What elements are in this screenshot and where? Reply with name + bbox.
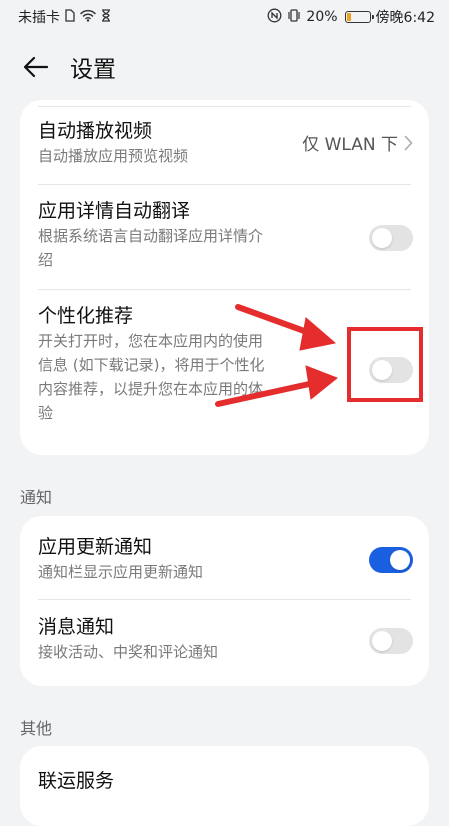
row-text: 个性化推荐 开关打开时，您在本应用内的使用 信息 (如下载记录)，将用于个性化 … (38, 290, 358, 425)
row-subtitle-line: 绍 (38, 251, 54, 269)
toggle-knob (390, 550, 410, 570)
row-text: 应用详情自动翻译 根据系统语言自动翻译应用详情介 绍 (38, 185, 358, 272)
row-subtitle-line: 验 (38, 404, 54, 422)
battery-percent: 20% (306, 9, 338, 25)
row-title: 消息通知 (38, 616, 115, 638)
highlight-box (347, 327, 423, 402)
sim-icon (65, 9, 75, 25)
row-message-notify[interactable]: 消息通知 接收活动、中奖和评论通知 (20, 600, 429, 686)
header: 设置 (0, 34, 449, 100)
autoplay-value-text: 仅 WLAN 下 (302, 135, 398, 155)
nfc-icon (267, 8, 282, 26)
row-subtitle-line: 信息 (如下载记录)，将用于个性化 (38, 356, 265, 374)
message-notify-toggle[interactable] (369, 628, 413, 654)
row-subtitle: 接收活动、中奖和评论通知 (38, 643, 219, 661)
status-right: 20% 傍晚6:42 (267, 7, 435, 27)
row-text: 消息通知 接收活动、中奖和评论通知 (38, 600, 358, 664)
row-subtitle: 通知栏显示应用更新通知 (38, 563, 204, 581)
wifi-icon (80, 9, 96, 25)
status-bar: 未插卡 20% 傍晚6:42 (0, 0, 449, 34)
row-autoplay-video[interactable]: 自动播放视频 自动播放应用预览视频 仅 WLAN 下 (20, 114, 429, 185)
carrier-text: 未插卡 (18, 10, 60, 26)
row-subtitle-line: 内容推荐，以提升您在本应用的体 (38, 380, 264, 398)
row-joint-service[interactable]: 联运服务 (20, 746, 429, 826)
row-title: 应用更新通知 (38, 536, 153, 558)
row-auto-translate[interactable]: 应用详情自动翻译 根据系统语言自动翻译应用详情介 绍 (20, 185, 429, 290)
back-arrow-icon (23, 56, 49, 78)
chevron-right-icon (404, 135, 413, 150)
settings-card-other: 联运服务 (20, 746, 429, 826)
toggle-knob (372, 631, 392, 651)
clock: 傍晚6:42 (375, 10, 435, 26)
page-title: 设置 (70, 57, 116, 83)
hourglass-icon (101, 9, 111, 25)
settings-card-notify: 应用更新通知 通知栏显示应用更新通知 消息通知 接收活动、中奖和评论通知 (20, 516, 429, 686)
row-text: 联运服务 (38, 746, 358, 794)
auto-translate-toggle[interactable] (369, 225, 413, 251)
status-left: 未插卡 (18, 7, 111, 27)
section-label-notify: 通知 (20, 488, 53, 507)
battery-icon (344, 11, 374, 23)
row-subtitle-line: 根据系统语言自动翻译应用详情介 (38, 227, 264, 245)
toggle-knob (372, 228, 392, 248)
row-title: 个性化推荐 (38, 305, 134, 327)
divider (38, 106, 411, 107)
section-label-other: 其他 (20, 719, 53, 738)
row-subtitle-line: 开关打开时，您在本应用内的使用 (38, 332, 264, 350)
row-app-update-notify[interactable]: 应用更新通知 通知栏显示应用更新通知 (20, 516, 429, 600)
row-text: 应用更新通知 通知栏显示应用更新通知 (38, 516, 358, 584)
battery-fill (346, 13, 351, 21)
row-title: 应用详情自动翻译 (38, 200, 191, 222)
vibrate-icon (287, 9, 301, 25)
app-update-toggle[interactable] (369, 547, 413, 573)
row-title: 联运服务 (38, 770, 115, 792)
autoplay-value[interactable]: 仅 WLAN 下 (302, 130, 413, 155)
back-button[interactable] (16, 47, 56, 87)
